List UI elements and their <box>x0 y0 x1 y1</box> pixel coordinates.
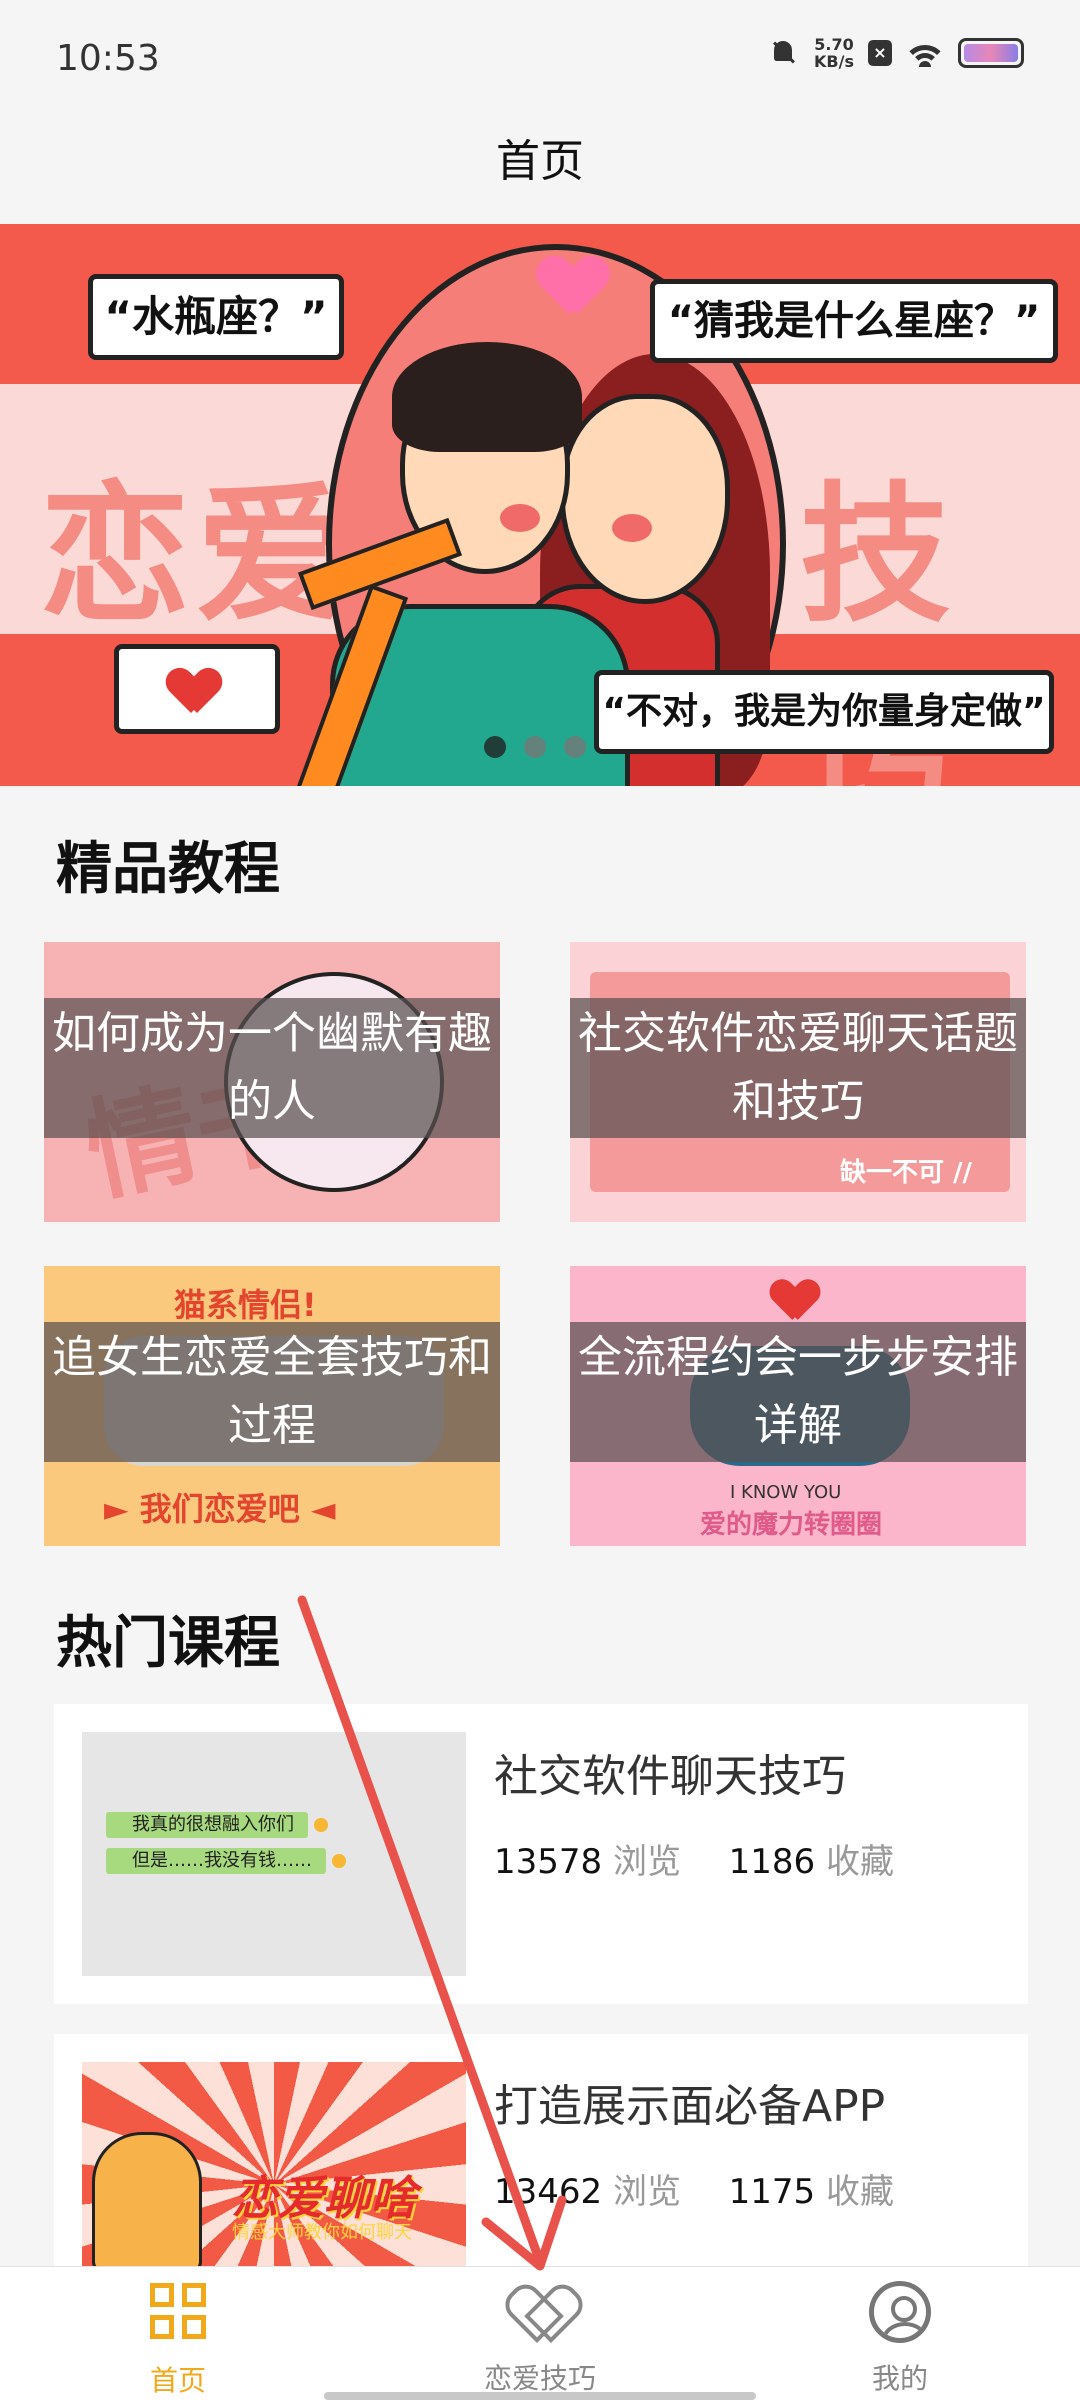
title-bar: 首页 <box>0 120 1080 224</box>
network-speed-value: 5.70 <box>814 35 854 54</box>
battery-icon <box>958 38 1024 68</box>
tutorial-deco-bottom: 爱的魔力转圈圈 <box>700 1510 883 1540</box>
nav-label: 恋爱技巧 <box>483 2362 596 2395</box>
courses-heading: 热门课程 <box>56 1611 280 1676</box>
mute-bell-icon <box>768 37 800 69</box>
carousel-dot[interactable] <box>484 736 506 758</box>
tutorial-title: 全流程约会一步步安排详解 <box>570 1322 1026 1462</box>
nav-label: 我的 <box>871 2362 928 2395</box>
course-item[interactable]: 我真的很想融入你们 但是……我没有钱…… 社交软件聊天技巧 13578 浏览 1… <box>54 1704 1028 2004</box>
banner-carousel[interactable]: 恋爱 技巧 “水瓶座？” “猜我是什么星座？” “不对，我是为你量身定做” <box>0 224 1080 786</box>
carousel-dot[interactable] <box>564 736 586 758</box>
boy-cheek <box>500 504 540 532</box>
nav-item-mine[interactable]: 我的 <box>800 2281 1000 2397</box>
network-speed-unit: KB/s <box>814 52 854 71</box>
speech-bubble-right: “猜我是什么星座？” <box>650 279 1058 363</box>
tutorial-title: 如何成为一个幽默有趣的人 <box>44 998 500 1138</box>
heart-bubble <box>114 644 280 734</box>
home-indicator[interactable] <box>324 2392 756 2400</box>
nav-label: 首页 <box>149 2364 206 2397</box>
tutorial-card[interactable]: 猫系情侣! ► 我们恋爱吧 ◄ 追女生恋爱全套技巧和过程 <box>44 1266 500 1546</box>
status-icons: 5.70 KB/s × <box>768 36 1024 70</box>
favorites-label: 收藏 <box>825 1842 894 1882</box>
heart-icon <box>169 669 219 715</box>
network-speed: 5.70 KB/s <box>814 36 854 70</box>
boy-hair <box>392 342 582 452</box>
course-stats: 13462 浏览 1175 收藏 <box>494 2164 894 2213</box>
status-time: 10:53 <box>56 38 160 79</box>
thumb-chat-line: 我真的很想融入你们 <box>106 1812 328 1838</box>
wifi-icon <box>906 39 944 67</box>
grid-icon <box>147 2283 209 2345</box>
carousel-dots <box>484 736 586 758</box>
course-thumbnail: 恋爱聊啥 情感大师教你如何聊天 <box>82 2062 466 2266</box>
girl-cheek <box>612 514 652 542</box>
favorites-label: 收藏 <box>825 2172 894 2212</box>
heart-outline-icon <box>509 2281 571 2343</box>
page-title: 首页 <box>496 136 584 187</box>
bottom-nav: 首页 恋爱技巧 我的 <box>0 2266 1080 2408</box>
speech-bubble-left: “水瓶座？” <box>88 274 344 360</box>
tutorial-deco-top: 猫系情侣! <box>174 1286 317 1324</box>
nav-item-love-tips[interactable]: 恋爱技巧 <box>440 2281 640 2397</box>
banner-word-left: 恋爱 <box>40 469 353 643</box>
course-title: 打造展示面必备APP <box>494 2081 886 2132</box>
speech-bubble-bottom: “不对，我是为你量身定做” <box>594 670 1054 754</box>
pink-heart-icon <box>541 257 606 317</box>
course-stats: 13578 浏览 1186 收藏 <box>494 1834 894 1883</box>
tutorial-title: 社交软件恋爱聊天话题和技巧 <box>570 998 1026 1138</box>
tutorials-heading: 精品教程 <box>56 837 280 902</box>
tutorial-deco: 缺一不可 // <box>840 1158 973 1188</box>
views-count: 13578 <box>494 1842 603 1882</box>
tutorial-title: 追女生恋爱全套技巧和过程 <box>44 1322 500 1462</box>
tutorial-card[interactable]: 情书 如何成为一个幽默有趣的人 <box>44 942 500 1222</box>
heart-icon <box>773 1280 818 1321</box>
thumb-character <box>92 2132 202 2266</box>
carousel-dot[interactable] <box>524 736 546 758</box>
views-label: 浏览 <box>612 1842 681 1882</box>
tutorial-card[interactable]: 缺一不可 // 社交软件恋爱聊天话题和技巧 <box>570 942 1026 1222</box>
course-item[interactable]: 恋爱聊啥 情感大师教你如何聊天 打造展示面必备APP 13462 浏览 1175… <box>54 2034 1028 2266</box>
tutorial-deco-top: I KNOW YOU <box>730 1482 842 1503</box>
favorites-count: 1186 <box>728 1842 816 1882</box>
nav-item-home[interactable]: 首页 <box>78 2281 278 2399</box>
close-box-icon: × <box>868 40 892 66</box>
views-count: 13462 <box>494 2172 603 2212</box>
course-thumbnail: 我真的很想融入你们 但是……我没有钱…… <box>82 1732 466 1976</box>
girl-head <box>560 394 730 604</box>
views-label: 浏览 <box>612 2172 681 2212</box>
tutorial-card[interactable]: I KNOW YOU 爱的魔力转圈圈 全流程约会一步步安排详解 <box>570 1266 1026 1546</box>
favorites-count: 1175 <box>728 2172 816 2212</box>
status-bar: 10:53 5.70 KB/s × <box>0 0 1080 120</box>
user-circle-icon <box>869 2281 931 2343</box>
tutorial-deco-bottom: ► 我们恋爱吧 ◄ <box>104 1490 336 1528</box>
course-title: 社交软件聊天技巧 <box>494 1751 846 1802</box>
thumb-chat-line: 但是……我没有钱…… <box>106 1848 346 1874</box>
thumb-subtitle: 情感大师教你如何聊天 <box>232 2222 412 2243</box>
